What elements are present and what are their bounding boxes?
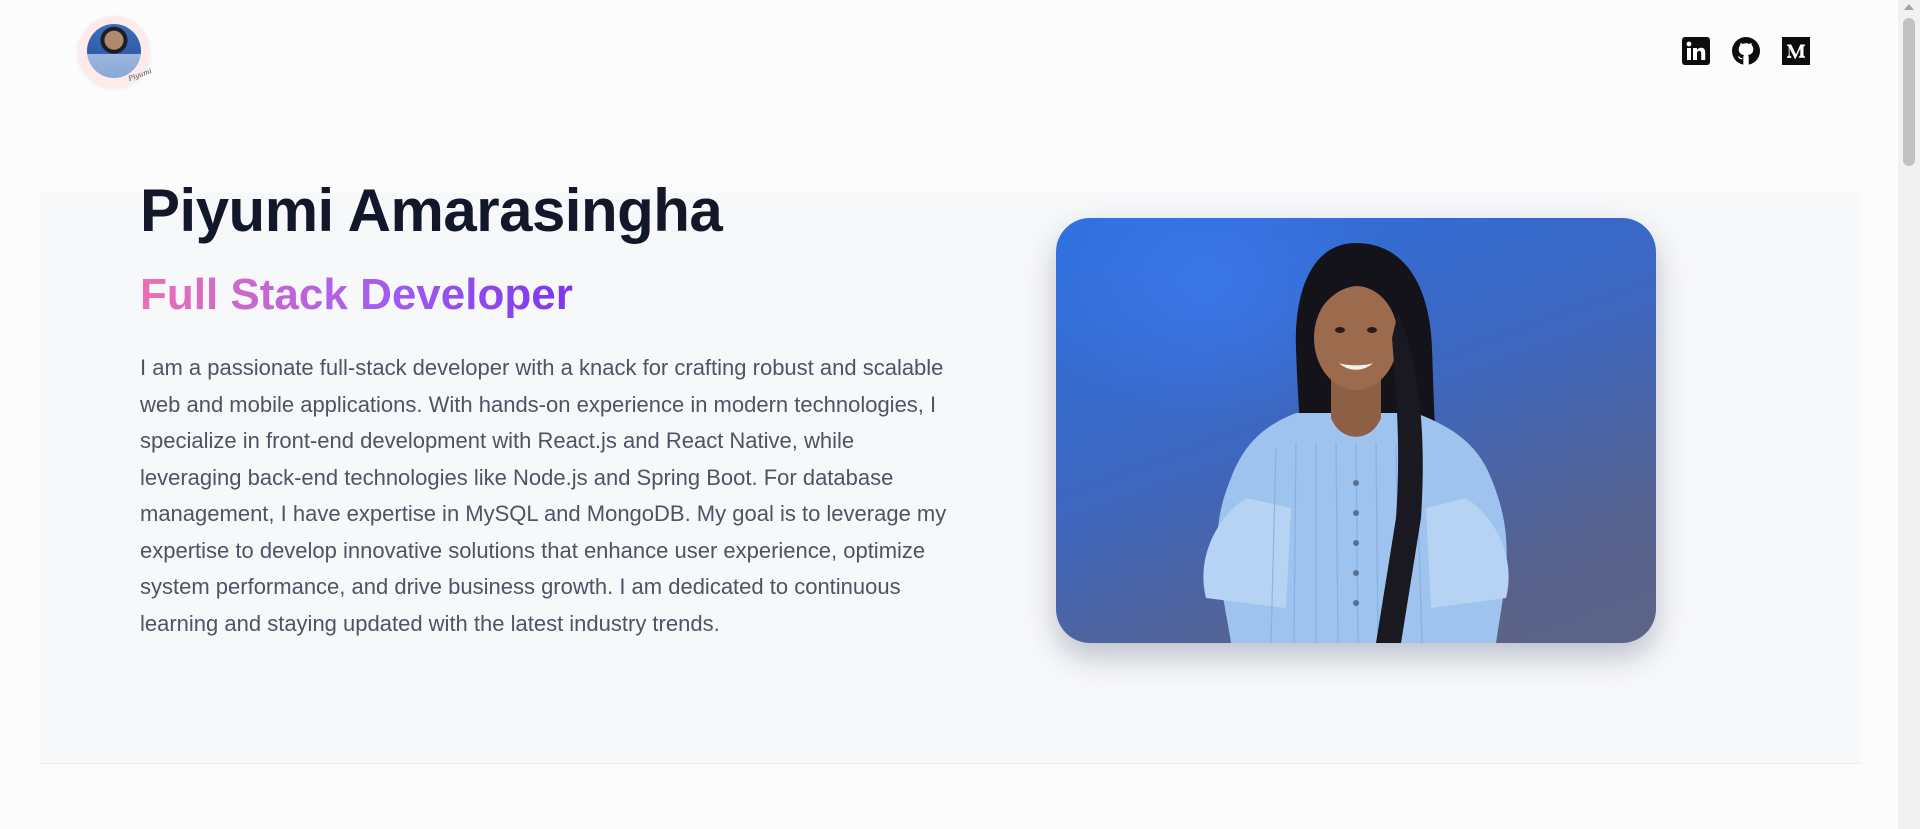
medium-link[interactable] bbox=[1782, 37, 1810, 65]
hero-bio: I am a passionate full-stack developer w… bbox=[140, 355, 947, 636]
profile-photo bbox=[1056, 218, 1656, 643]
page-scrollbar[interactable] bbox=[1898, 0, 1920, 829]
medium-icon bbox=[1782, 37, 1810, 65]
linkedin-icon bbox=[1682, 37, 1710, 65]
scroll-thumb[interactable] bbox=[1903, 18, 1915, 166]
github-icon bbox=[1732, 37, 1760, 65]
logo-avatar[interactable]: Piyumi bbox=[78, 16, 153, 88]
portrait-illustration bbox=[1203, 243, 1509, 643]
scroll-up-arrow-icon[interactable] bbox=[1904, 4, 1914, 10]
avatar-photo bbox=[87, 24, 141, 78]
site-header: Piyumi bbox=[0, 0, 1898, 110]
hero-name: Piyumi Amarasingha bbox=[140, 177, 723, 244]
github-link[interactable] bbox=[1732, 37, 1760, 65]
social-links bbox=[1682, 37, 1810, 65]
linkedin-link[interactable] bbox=[1682, 37, 1710, 65]
hero-role: Full Stack Developer bbox=[140, 270, 573, 319]
